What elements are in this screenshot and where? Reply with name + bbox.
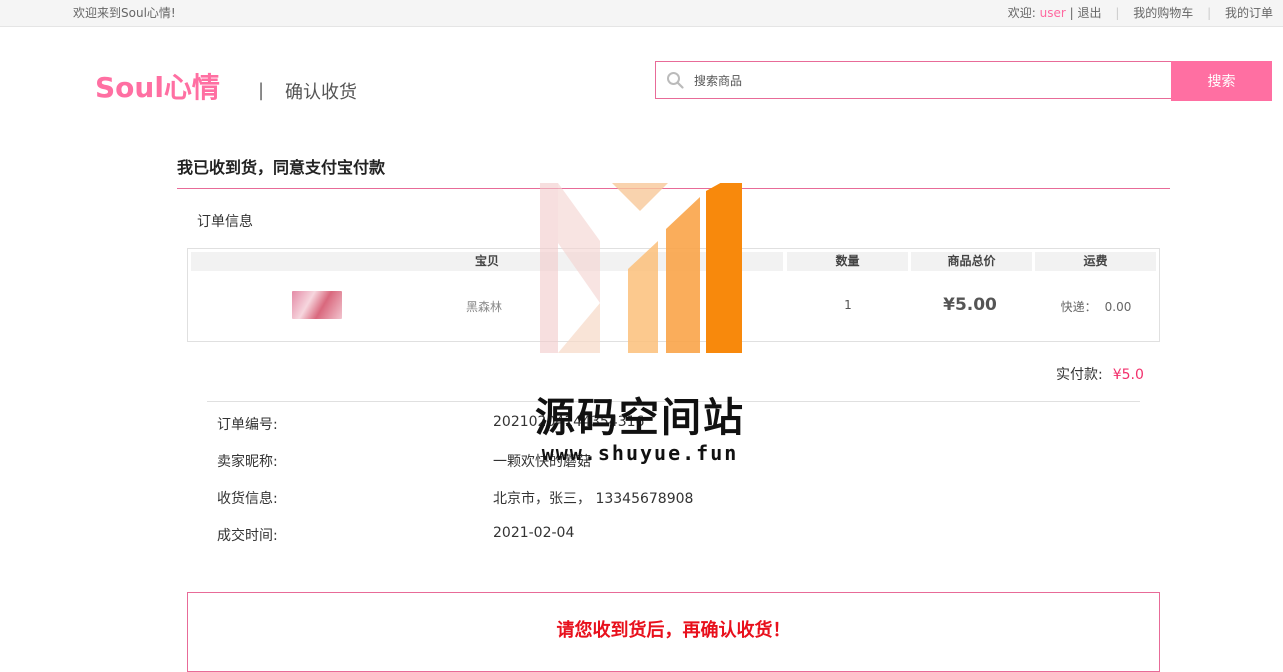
logout-link[interactable]: 退出 (1078, 6, 1102, 20)
search-bar: 搜索 (655, 61, 1272, 101)
top-nav: 欢迎: user | 退出 | 我的购物车 | 我的订单 (1008, 4, 1273, 21)
detail-value: 北京市，张三， 13345678908 (493, 491, 694, 507)
section-title: 我已收到货，同意支付宝付款 (177, 158, 386, 177)
search-icon (667, 72, 684, 89)
watermark: 源码空间站 www.shuyue.fun (520, 183, 760, 473)
detail-key: 收货信息: (217, 491, 278, 507)
confirm-notice-text: 请您收到货后，再确认收货！ (556, 620, 791, 641)
detail-key: 卖家昵称: (217, 454, 278, 470)
username-link[interactable]: user (1040, 6, 1066, 20)
shipping-amount: 0.00 (1104, 300, 1132, 314)
watermark-logo-icon (540, 183, 742, 353)
user-pipe: | (1069, 6, 1074, 20)
cart-link[interactable]: 我的购物车 (1133, 6, 1193, 20)
page-title: 确认收货 (285, 82, 357, 103)
product-name[interactable]: 黑森林 (466, 298, 502, 315)
column-header-qty: 数量 (787, 252, 908, 271)
search-input[interactable] (692, 66, 1166, 96)
watermark-url: www.shuyue.fun (541, 441, 739, 465)
order-info-label: 订单信息 (197, 214, 253, 230)
site-logo[interactable]: Soul心情 (95, 66, 220, 106)
greeting-label: 欢迎: (1007, 6, 1036, 20)
column-header-total: 商品总价 (911, 252, 1032, 271)
product-total-price: ¥5.00 (943, 295, 997, 315)
orders-link[interactable]: 我的订单 (1225, 6, 1273, 20)
detail-key: 成交时间: (217, 528, 278, 544)
shipping-label: 快递： (1060, 300, 1097, 314)
nav-separator: | (1207, 6, 1212, 20)
welcome-text: 欢迎来到Soul心情! (73, 6, 176, 20)
search-button[interactable]: 搜索 (1171, 61, 1272, 101)
header-separator: | (258, 80, 265, 101)
nav-separator: | (1115, 6, 1120, 20)
detail-key: 订单编号: (217, 417, 278, 433)
detail-value: 2021-02-04 (493, 525, 575, 541)
confirm-notice-box: 请您收到货后，再确认收货！ (187, 592, 1160, 672)
amount-paid-label: 实付款: (1056, 367, 1103, 383)
product-image[interactable] (292, 291, 342, 319)
watermark-title: 源码空间站 (535, 395, 745, 441)
amount-paid-value: ¥5.0 (1112, 367, 1144, 383)
top-bar: 欢迎来到Soul心情! 欢迎: user | 退出 | 我的购物车 | 我的订单 (0, 0, 1283, 27)
column-header-shipping: 运费 (1035, 252, 1156, 271)
shipping-fee: 快递： 0.00 (1036, 298, 1156, 315)
product-quantity: 1 (844, 298, 852, 312)
amount-paid: 实付款: ¥5.0 (1056, 364, 1144, 384)
